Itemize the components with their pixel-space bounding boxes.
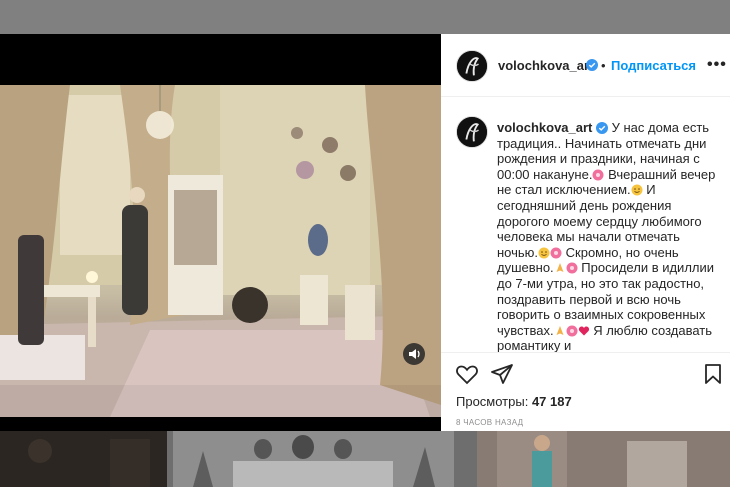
sound-toggle-button[interactable] xyxy=(403,343,425,365)
paper-plane-icon[interactable] xyxy=(490,362,514,386)
grid-thumbnail[interactable] xyxy=(0,431,167,487)
speaker-icon xyxy=(409,349,420,359)
verified-badge-icon xyxy=(586,59,598,71)
views-counter[interactable]: Просмотры: 47 187 xyxy=(456,394,572,409)
post-caption: volochkova_art У нас дома есть традиция.… xyxy=(497,120,722,385)
more-options-button[interactable]: ••• xyxy=(707,56,727,74)
post-modal: volochkova_art • Подписаться ••• volochk… xyxy=(0,34,730,431)
header-username[interactable]: volochkova_art xyxy=(498,58,593,73)
smile-emoji-icon xyxy=(538,247,550,259)
flower-emoji-icon xyxy=(592,169,604,181)
thumbnail-image xyxy=(173,431,454,487)
post-video[interactable] xyxy=(0,34,441,431)
flower-emoji-icon xyxy=(566,325,578,337)
smile-emoji-icon xyxy=(631,184,643,196)
post-side-panel: volochkova_art • Подписаться ••• volochk… xyxy=(441,34,730,431)
bookmark-icon[interactable] xyxy=(701,362,725,386)
follow-button[interactable]: Подписаться xyxy=(611,58,696,73)
room-scene-image xyxy=(0,85,441,417)
grid-thumbnail[interactable] xyxy=(477,431,730,487)
caption-username[interactable]: volochkova_art xyxy=(497,120,592,135)
flower-emoji-icon xyxy=(566,262,578,274)
red-heart-emoji-icon xyxy=(578,326,589,336)
avatar-image xyxy=(457,117,487,147)
pray-emoji-icon xyxy=(556,325,564,335)
post-timestamp[interactable]: 8 ЧАСОВ НАЗАД xyxy=(456,418,523,427)
avatar-image xyxy=(457,51,487,81)
thumbnail-image xyxy=(477,431,730,487)
avatar[interactable] xyxy=(456,50,488,82)
backdrop-top xyxy=(0,0,730,34)
caption-avatar[interactable] xyxy=(456,116,488,148)
post-header: volochkova_art • Подписаться ••• xyxy=(441,34,730,97)
views-label: Просмотры: xyxy=(456,394,529,409)
background-feed-grid xyxy=(0,431,730,487)
flower-emoji-icon xyxy=(550,247,562,259)
post-actions: Просмотры: 47 187 8 ЧАСОВ НАЗАД xyxy=(441,352,730,431)
thumbnail-image xyxy=(0,431,167,487)
heart-outline-icon[interactable] xyxy=(455,362,479,386)
video-frame xyxy=(0,85,441,417)
pray-emoji-icon xyxy=(556,263,564,273)
header-separator: • xyxy=(601,58,606,73)
grid-thumbnail[interactable] xyxy=(173,431,454,487)
views-count: 47 187 xyxy=(531,394,572,409)
verified-badge-icon xyxy=(596,122,608,134)
